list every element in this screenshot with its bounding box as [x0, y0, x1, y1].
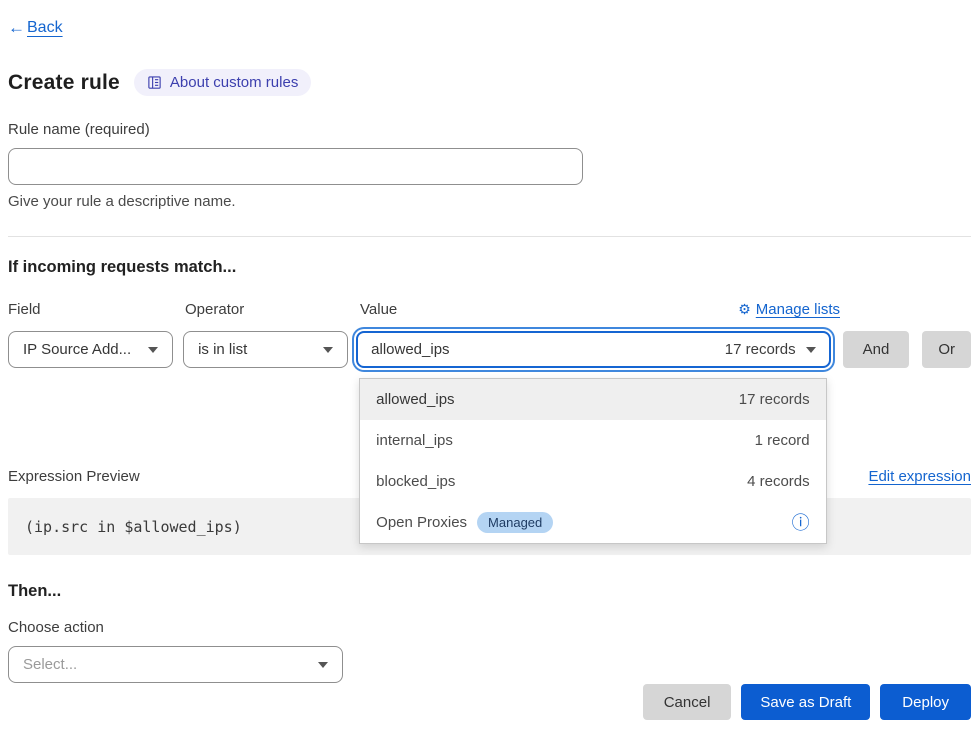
list-record-count: 4 records [747, 473, 810, 490]
field-select[interactable]: IP Source Add... [8, 331, 173, 368]
rule-name-input[interactable] [8, 148, 583, 185]
back-link[interactable]: ← Back [8, 18, 63, 38]
list-name: allowed_ips [376, 391, 454, 408]
choose-action-label: Choose action [8, 619, 971, 636]
list-name: Open Proxies [376, 514, 467, 531]
rule-name-label: Rule name (required) [8, 121, 971, 138]
or-button[interactable]: Or [922, 331, 971, 368]
back-link-label: Back [27, 19, 63, 37]
action-select[interactable]: Select... [8, 646, 343, 683]
info-icon[interactable]: ⓘ [792, 514, 810, 532]
value-label: Value [360, 301, 397, 318]
chevron-down-icon [806, 347, 816, 353]
list-record-count: 1 record [755, 432, 810, 449]
section-divider [8, 236, 971, 237]
expression-preview-label: Expression Preview [8, 468, 140, 485]
rule-name-help-text: Give your rule a descriptive name. [8, 193, 971, 210]
operator-label: Operator [185, 301, 352, 318]
list-name: blocked_ips [376, 473, 455, 490]
book-icon [147, 75, 162, 90]
save-as-draft-button[interactable]: Save as Draft [741, 684, 870, 720]
field-label: Field [8, 301, 175, 318]
list-name: internal_ips [376, 432, 453, 449]
and-button[interactable]: And [843, 331, 910, 368]
dropdown-item-blocked-ips[interactable]: blocked_ips 4 records [360, 461, 825, 502]
back-arrow-icon: ← [8, 18, 25, 38]
about-custom-rules-link[interactable]: About custom rules [134, 69, 311, 96]
value-select[interactable]: allowed_ips 17 records [356, 331, 830, 368]
dropdown-item-allowed-ips[interactable]: allowed_ips 17 records [360, 379, 825, 420]
footer-actions: Cancel Save as Draft Deploy [643, 684, 971, 720]
chevron-down-icon [148, 347, 158, 353]
operator-select-value: is in list [198, 341, 247, 358]
value-select-value: allowed_ips [371, 341, 449, 358]
dropdown-item-internal-ips[interactable]: internal_ips 1 record [360, 420, 825, 461]
field-select-value: IP Source Add... [23, 341, 131, 358]
value-select-records: 17 records [725, 341, 796, 358]
match-section-heading: If incoming requests match... [8, 258, 971, 277]
manage-lists-label: Manage lists [756, 301, 840, 318]
chevron-down-icon [318, 662, 328, 668]
operator-select[interactable]: is in list [183, 331, 348, 368]
action-select-placeholder: Select... [23, 656, 77, 673]
about-custom-rules-label: About custom rules [170, 74, 298, 91]
cancel-button[interactable]: Cancel [643, 684, 732, 720]
deploy-button[interactable]: Deploy [880, 684, 971, 720]
expression-code: (ip.src in $allowed_ips) [25, 518, 242, 536]
list-record-count: 17 records [739, 391, 810, 408]
gear-icon: ⚙ [738, 301, 751, 318]
page-title: Create rule [8, 71, 120, 95]
ip-list-dropdown: allowed_ips 17 records internal_ips 1 re… [359, 378, 826, 544]
then-section-heading: Then... [8, 582, 971, 601]
create-rule-page: ← Back Create rule About custom rules Ru… [0, 0, 979, 683]
manage-lists-link[interactable]: ⚙ Manage lists [738, 301, 840, 318]
managed-badge: Managed [477, 512, 553, 533]
edit-expression-link[interactable]: Edit expression [868, 468, 971, 485]
dropdown-item-open-proxies[interactable]: Open Proxies Managed ⓘ [360, 502, 825, 543]
chevron-down-icon [323, 347, 333, 353]
